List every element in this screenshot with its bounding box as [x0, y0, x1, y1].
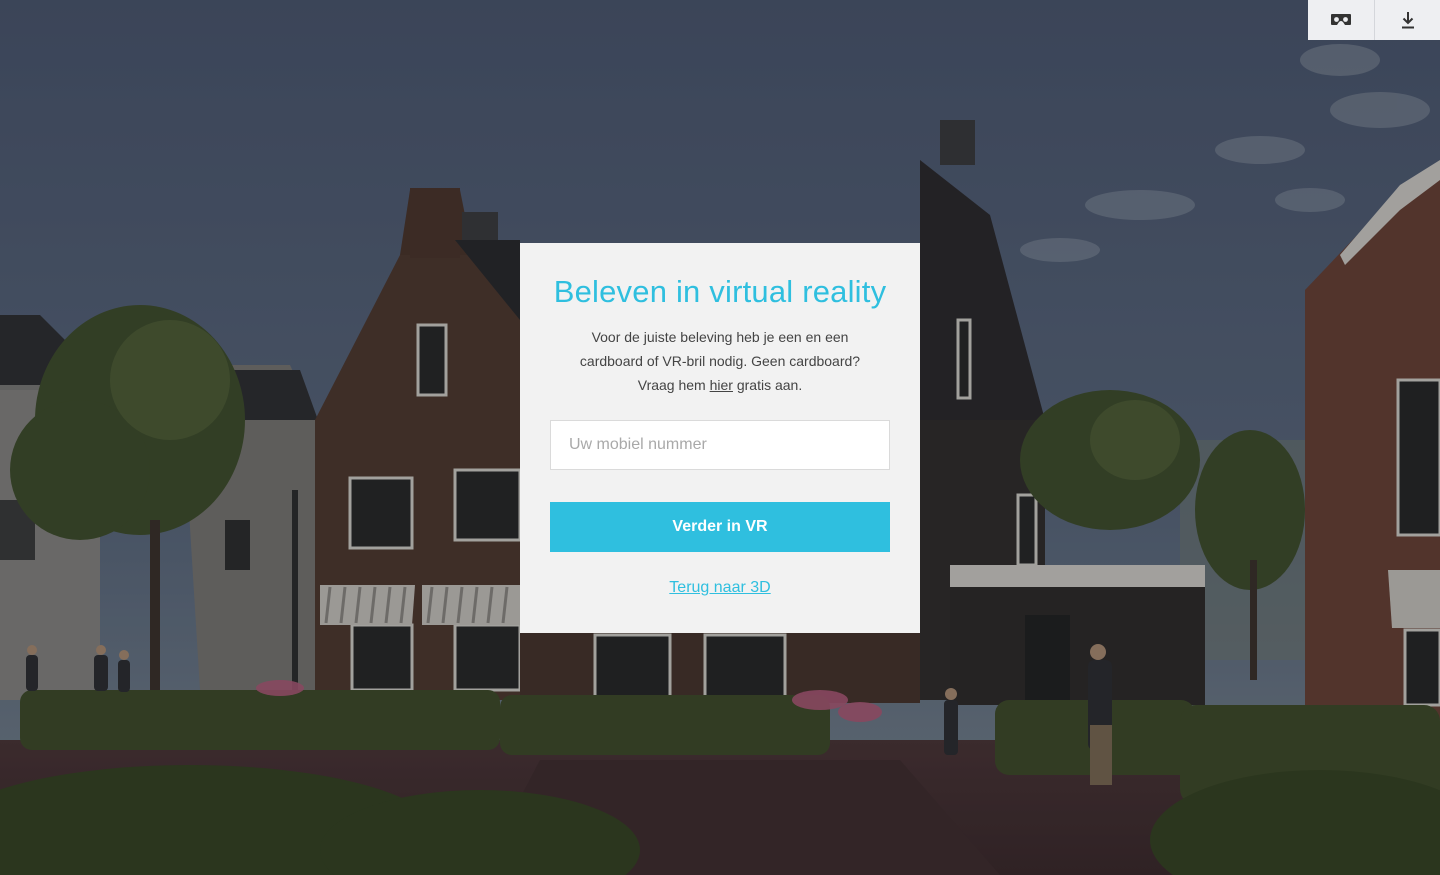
vr-mode-button[interactable] — [1308, 0, 1374, 40]
dialog-description: Voor de juiste beleving heb je een en ee… — [570, 325, 870, 397]
mobile-number-input[interactable] — [550, 420, 890, 470]
continue-in-vr-button[interactable]: Verder in VR — [550, 502, 890, 552]
request-cardboard-link[interactable]: hier — [710, 377, 733, 393]
back-to-3d-link[interactable]: Terug naar 3D — [669, 579, 770, 597]
dialog-title: Beleven in virtual reality — [553, 274, 887, 309]
top-right-toolbar — [1308, 0, 1440, 40]
download-icon — [1400, 11, 1416, 29]
description-text-end: gratis aan. — [732, 377, 803, 393]
vr-headset-icon — [1330, 13, 1352, 27]
vr-viewer: Beleven in virtual reality Voor de juist… — [0, 0, 1440, 875]
vr-intro-dialog: Beleven in virtual reality Voor de juist… — [520, 243, 920, 633]
download-button[interactable] — [1374, 0, 1440, 40]
